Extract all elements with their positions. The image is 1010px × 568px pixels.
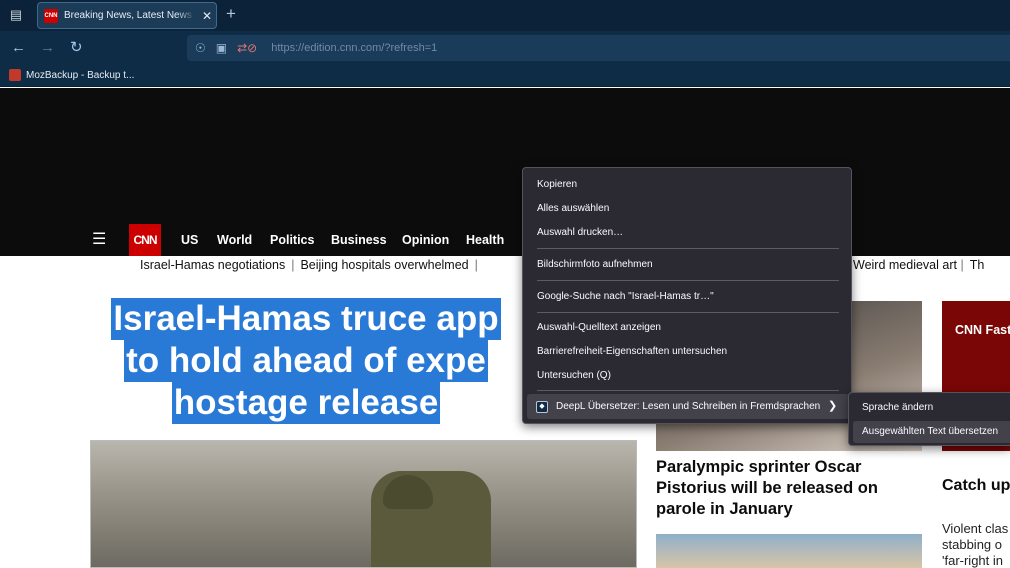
divider: | (291, 258, 295, 272)
menu-separator (537, 390, 839, 391)
story-headline[interactable]: Paralympic sprinter Oscar Pistorius will… (656, 457, 926, 520)
menu-item-inspect-accessibility[interactable]: Barrierefreiheit-Eigenschaften untersuch… (537, 345, 727, 359)
new-tab-icon[interactable]: + (226, 4, 236, 24)
bookmark-mozbackup[interactable]: MozBackup - Backup t... (9, 69, 134, 81)
tab-title: Breaking News, Latest News and (64, 10, 196, 21)
headline-line: to hold ahead of expe (124, 340, 488, 382)
menu-item-print-selection[interactable]: Auswahl drucken… (537, 226, 623, 240)
bookmark-label: MozBackup - Backup t... (26, 69, 135, 81)
back-icon[interactable]: ← (11, 39, 26, 57)
cnn-favicon-icon: CNN (44, 8, 58, 23)
teaser-line: stabbing o (942, 537, 1002, 552)
trending-link[interactable]: Weird medieval art (853, 258, 957, 272)
menu-icon[interactable]: ☰ (92, 232, 106, 248)
tab-bar: ▤ CNN Breaking News, Latest News and ✕ + (0, 0, 1010, 31)
trending-link[interactable]: Th (970, 258, 985, 272)
headline-line: hostage release (171, 382, 441, 424)
section-title: Catch up (942, 477, 1010, 494)
trending-link[interactable]: Beijing hospitals overwhelmed (300, 258, 468, 272)
headline-line: Israel-Hamas truce app (111, 298, 501, 340)
main-headline[interactable]: Israel-Hamas truce app to hold ahead of … (90, 298, 522, 424)
tab-cnn[interactable]: CNN Breaking News, Latest News and ✕ (37, 2, 217, 29)
teaser-line: 'far-right in (942, 553, 1004, 568)
submenu-item-change-language[interactable]: Sprache ändern (862, 401, 933, 415)
menu-separator (537, 248, 839, 249)
nav-link-business[interactable]: Business (331, 233, 387, 247)
promo-title: CNN Fast (955, 323, 1010, 337)
nav-bar: ← → ↻ ☉ ▣ ⇄⊘ https://edition.cnn.com/?re… (0, 31, 1010, 65)
url-bar[interactable]: ☉ ▣ ⇄⊘ https://edition.cnn.com/?refresh=… (187, 35, 1010, 61)
deepl-submenu: Sprache ändern Ausgewählten Text überset… (848, 392, 1010, 446)
cnn-nav: ☰ CNN US World Politics Business Opinion… (0, 222, 1010, 256)
divider: | (960, 258, 964, 272)
deepl-icon: ◆ (536, 401, 548, 413)
lock-icon[interactable]: ▣ (216, 41, 227, 55)
divider: | (474, 258, 478, 272)
reload-icon[interactable]: ↻ (70, 39, 83, 57)
menu-item-deepl-label: DeepL Übersetzer: Lesen und Schreiben in… (556, 401, 821, 412)
menu-item-google-search[interactable]: Google-Suche nach "Israel-Hamas tr…" (537, 290, 714, 304)
trending-bar: Israel-Hamas negotiations | Beijing hospit… (140, 258, 484, 272)
menu-separator (537, 280, 839, 281)
permissions-icon[interactable]: ⇄⊘ (237, 41, 257, 55)
nav-link-opinion[interactable]: Opinion (402, 233, 449, 247)
teaser-line: Violent clas (942, 521, 1009, 536)
trending-bar-right: Weird medieval art | Th (853, 258, 984, 272)
forward-icon[interactable]: → (40, 39, 55, 57)
teaser-text[interactable]: Violent clas stabbing o 'far-right in (942, 521, 1010, 568)
hero-image[interactable] (90, 440, 637, 568)
menu-item-inspect[interactable]: Untersuchen (Q) (537, 369, 611, 383)
menu-separator (537, 312, 839, 313)
menu-item-view-selection-source[interactable]: Auswahl-Quelltext anzeigen (537, 321, 661, 335)
close-tab-icon[interactable]: ✕ (200, 9, 214, 23)
tab-list-icon[interactable]: ▤ (7, 7, 25, 23)
menu-item-select-all[interactable]: Alles auswählen (537, 202, 609, 216)
bookmarks-toolbar: MozBackup - Backup t... (0, 65, 1010, 87)
context-menu: Kopieren Alles auswählen Auswahl drucken… (522, 167, 852, 424)
menu-item-copy[interactable]: Kopieren (537, 178, 577, 192)
chevron-right-icon: ❯ (828, 400, 838, 412)
bookmark-icon (9, 69, 21, 81)
nav-link-health[interactable]: Health (466, 233, 504, 247)
story-image-2[interactable] (656, 534, 922, 568)
menu-item-screenshot[interactable]: Bildschirmfoto aufnehmen (537, 258, 653, 272)
nav-link-us[interactable]: US (181, 233, 198, 247)
shield-icon[interactable]: ☉ (195, 41, 206, 55)
trending-link[interactable]: Israel-Hamas negotiations (140, 258, 285, 272)
submenu-item-translate-label: Ausgewählten Text übersetzen (862, 426, 999, 437)
cnn-logo[interactable]: CNN (129, 224, 161, 256)
nav-link-world[interactable]: World (217, 233, 252, 247)
nav-link-politics[interactable]: Politics (270, 233, 314, 247)
url-text[interactable]: https://edition.cnn.com/?refresh=1 (271, 42, 437, 54)
page: ▤ CNN Breaking News, Latest News and ✕ +… (0, 0, 1010, 568)
